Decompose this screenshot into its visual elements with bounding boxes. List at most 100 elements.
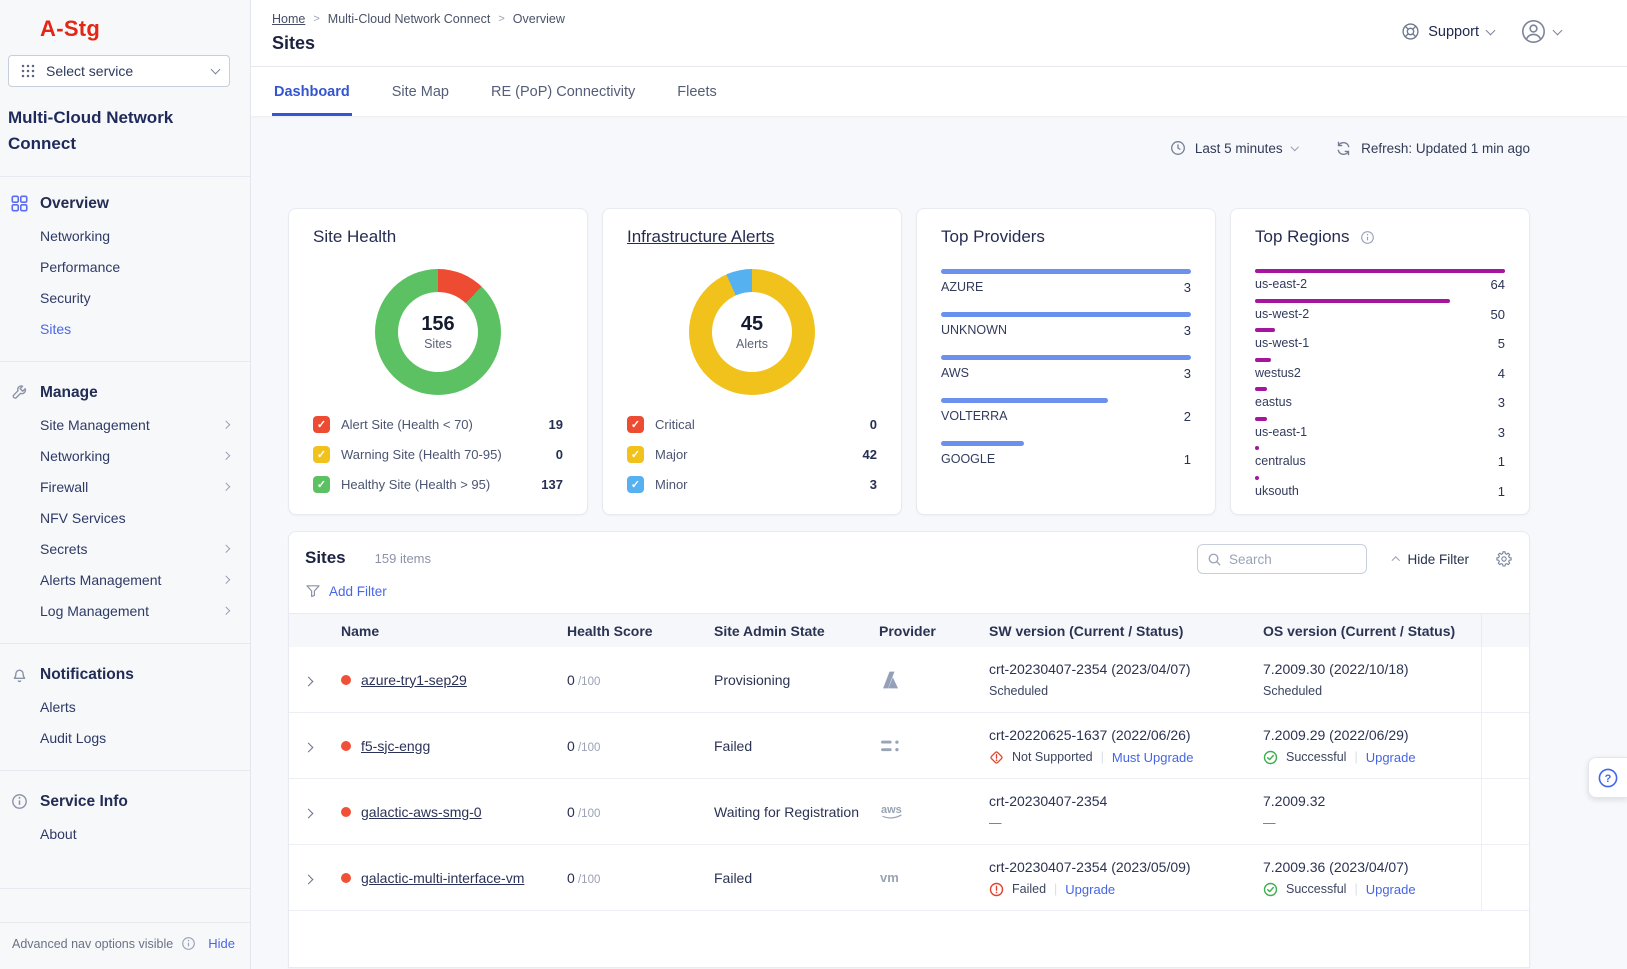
bar-label: eastus bbox=[1255, 395, 1292, 410]
site-name-link[interactable]: azure-try1-sep29 bbox=[361, 672, 467, 688]
status-text: Failed bbox=[1012, 882, 1046, 896]
select-service-dropdown[interactable]: Select service bbox=[8, 55, 230, 87]
check-circle-icon bbox=[1263, 882, 1278, 897]
tab-fleets[interactable]: Fleets bbox=[675, 67, 719, 116]
health-status-dot bbox=[341, 807, 351, 817]
bar-item-westus2: westus24 bbox=[1255, 358, 1505, 381]
chevron-right-icon bbox=[221, 421, 229, 429]
sidebar-item-site-management[interactable]: Site Management bbox=[0, 410, 250, 441]
divider: | bbox=[1354, 750, 1357, 764]
sidebar-item-networking[interactable]: Networking bbox=[0, 221, 250, 252]
donut-total-value: 45 bbox=[741, 313, 763, 336]
legend-checkbox[interactable]: ✓ bbox=[627, 446, 644, 463]
donut-chart: 156Sites bbox=[375, 269, 501, 395]
card-title-top-regions: Top Regions bbox=[1255, 227, 1350, 247]
hide-advanced-nav-link[interactable]: Hide bbox=[208, 936, 235, 951]
sidebar-item-firewall[interactable]: Firewall bbox=[0, 472, 250, 503]
site-name-link[interactable]: galactic-multi-interface-vm bbox=[361, 870, 524, 886]
bar-value: 1 bbox=[1184, 452, 1191, 467]
column-header-provider: Provider bbox=[879, 623, 989, 639]
upgrade-link[interactable]: Upgrade bbox=[1366, 750, 1416, 765]
gear-icon[interactable] bbox=[1495, 550, 1513, 568]
status-empty: — bbox=[989, 816, 1002, 830]
sidebar-group-notifications[interactable]: Notifications bbox=[0, 658, 250, 692]
bar-label: us-west-2 bbox=[1255, 307, 1309, 322]
legend-row: ✓Warning Site (Health 70-95)0 bbox=[313, 446, 563, 463]
pinned-column-spacer bbox=[1481, 779, 1529, 844]
top-header: Home>Multi-Cloud Network Connect>Overvie… bbox=[251, 0, 1627, 67]
breadcrumb-item-home[interactable]: Home bbox=[272, 12, 305, 26]
search-icon bbox=[1207, 552, 1222, 567]
bar bbox=[1255, 446, 1259, 450]
grid-overview-icon bbox=[10, 195, 28, 212]
info-icon[interactable] bbox=[1360, 230, 1375, 245]
legend-checkbox[interactable]: ✓ bbox=[627, 416, 644, 433]
refresh-control[interactable]: Refresh: Updated 1 min ago bbox=[1335, 140, 1530, 157]
legend-checkbox[interactable]: ✓ bbox=[313, 446, 330, 463]
sidebar-item-security[interactable]: Security bbox=[0, 283, 250, 314]
status-text: Successful bbox=[1286, 882, 1346, 896]
bell-icon bbox=[10, 666, 28, 683]
divider: | bbox=[1354, 882, 1357, 896]
donut-total-value: 156 bbox=[421, 313, 454, 336]
card-title-infrastructure-alerts[interactable]: Infrastructure Alerts bbox=[627, 227, 774, 247]
expand-row-button[interactable] bbox=[289, 738, 341, 754]
legend-value: 42 bbox=[863, 447, 877, 462]
bar-list: us-east-264us-west-250us-west-15westus24… bbox=[1255, 269, 1505, 499]
user-menu[interactable] bbox=[1520, 18, 1561, 45]
legend-checkbox[interactable]: ✓ bbox=[627, 476, 644, 493]
tab-dashboard[interactable]: Dashboard bbox=[272, 67, 352, 116]
sidebar-item-alerts-management[interactable]: Alerts Management bbox=[0, 565, 250, 596]
sidebar-item-sites[interactable]: Sites bbox=[0, 314, 250, 345]
health-score-cell: 0 /100 bbox=[567, 870, 714, 886]
hide-filter-button[interactable]: Hide Filter bbox=[1393, 552, 1469, 567]
sidebar-item-about[interactable]: About bbox=[0, 819, 250, 850]
help-button[interactable]: ? bbox=[1588, 757, 1627, 798]
site-name-link[interactable]: f5-sjc-engg bbox=[361, 738, 430, 754]
legend-value: 0 bbox=[870, 417, 877, 432]
expand-row-button[interactable] bbox=[289, 870, 341, 886]
legend-checkbox[interactable]: ✓ bbox=[313, 416, 330, 433]
support-menu[interactable]: Support bbox=[1401, 22, 1494, 41]
f5-icon bbox=[879, 736, 989, 756]
sidebar-item-performance[interactable]: Performance bbox=[0, 252, 250, 283]
table-header-row: NameHealth ScoreSite Admin StateProvider… bbox=[289, 613, 1529, 647]
sidebar-item-networking[interactable]: Networking bbox=[0, 441, 250, 472]
advanced-nav-text: Advanced nav options visible bbox=[12, 937, 173, 951]
site-name-link[interactable]: galactic-aws-smg-0 bbox=[361, 804, 482, 820]
sidebar-item-nfv-services[interactable]: NFV Services bbox=[0, 503, 250, 534]
sidebar-item-alerts[interactable]: Alerts bbox=[0, 692, 250, 723]
chevron-down-icon bbox=[1291, 143, 1299, 151]
sidebar-group-manage[interactable]: Manage bbox=[0, 376, 250, 410]
upgrade-link[interactable]: Upgrade bbox=[1065, 882, 1115, 897]
upgrade-link[interactable]: Must Upgrade bbox=[1112, 750, 1194, 765]
column-header-spacer bbox=[1481, 614, 1529, 647]
sidebar-item-secrets[interactable]: Secrets bbox=[0, 534, 250, 565]
sidebar-strip bbox=[0, 888, 250, 922]
site-admin-state: Waiting for Registration bbox=[714, 804, 879, 820]
tab-site-map[interactable]: Site Map bbox=[390, 67, 451, 116]
card-site-health: Site Health156Sites✓Alert Site (Health <… bbox=[288, 208, 588, 515]
sidebar-item-log-management[interactable]: Log Management bbox=[0, 596, 250, 627]
expand-row-button[interactable] bbox=[289, 804, 341, 820]
bar-item-uksouth: uksouth1 bbox=[1255, 476, 1505, 499]
sidebar-item-label: Sites bbox=[40, 321, 71, 337]
sidebar-group-overview[interactable]: Overview bbox=[0, 187, 250, 221]
time-range-selector[interactable]: Last 5 minutes bbox=[1170, 140, 1297, 156]
sidebar-group-service-info[interactable]: Service Info bbox=[0, 785, 250, 819]
search-input[interactable] bbox=[1229, 552, 1357, 567]
bar-value: 50 bbox=[1491, 307, 1505, 322]
info-icon bbox=[10, 793, 28, 810]
card-infrastructure-alerts: Infrastructure Alerts45Alerts✓Critical0✓… bbox=[602, 208, 902, 515]
sidebar-item-label: Networking bbox=[40, 448, 110, 464]
upgrade-link[interactable]: Upgrade bbox=[1366, 882, 1416, 897]
add-filter-button[interactable]: Add Filter bbox=[305, 583, 1513, 599]
chevron-right-icon bbox=[221, 576, 229, 584]
sidebar-item-audit-logs[interactable]: Audit Logs bbox=[0, 723, 250, 754]
status-text: Not Supported bbox=[1012, 750, 1093, 764]
expand-row-button[interactable] bbox=[289, 672, 341, 688]
info-icon[interactable] bbox=[181, 936, 196, 951]
chevron-right-icon bbox=[303, 808, 313, 818]
tab-re-pop-connectivity[interactable]: RE (PoP) Connectivity bbox=[489, 67, 637, 116]
legend-checkbox[interactable]: ✓ bbox=[313, 476, 330, 493]
